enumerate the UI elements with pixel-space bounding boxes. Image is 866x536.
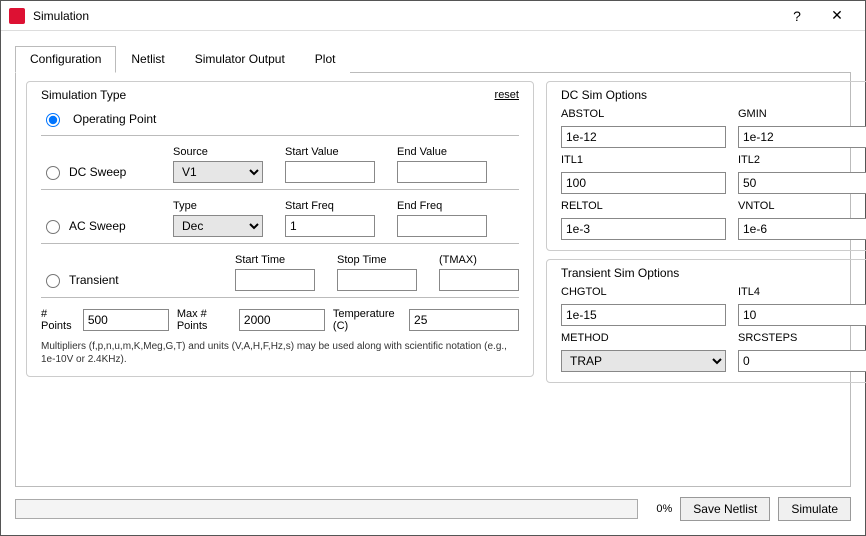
tran-stop-label: Stop Time [337,254,417,266]
dc-sim-options-group: DC Sim Options reset ABSTOL GMIN PIVREL … [546,81,866,251]
progress-percent: 0% [646,503,672,515]
method-select[interactable]: TRAP [561,350,726,372]
transient-sim-options-group: Transient Sim Options reset CHGTOL ITL4 … [546,259,866,383]
ac-start-label: Start Freq [285,200,375,212]
gmin-input[interactable] [738,126,866,148]
simulation-type-group: Simulation Type reset Operating Point DC… [26,81,534,377]
tran-tmax-input[interactable] [439,269,519,291]
dc-end-label: End Value [397,146,487,158]
content: Configuration Netlist Simulator Output P… [1,31,865,535]
reltol-label: RELTOL [561,200,726,212]
tran-stop-input[interactable] [337,269,417,291]
ac-end-label: End Freq [397,200,487,212]
method-label: METHOD [561,332,726,344]
multipliers-note: Multipliers (f,p,n,u,m,K,Meg,G,T) and un… [41,340,519,366]
temperature-input[interactable] [409,309,519,331]
simulation-window: Simulation ? ✕ Configuration Netlist Sim… [0,0,866,536]
max-points-input[interactable] [239,309,325,331]
dc-end-input[interactable] [397,161,487,183]
dc-source-label: Source [173,146,263,158]
operating-point-label: Operating Point [73,112,156,126]
tab-simulator-output[interactable]: Simulator Output [180,46,300,73]
reset-sim-type[interactable]: reset [495,89,519,101]
simulation-type-title: Simulation Type [41,88,126,102]
dc-source-select[interactable]: V1 [173,161,263,183]
vntol-label: VNTOL [738,200,866,212]
progress-bar [15,499,638,519]
tran-start-input[interactable] [235,269,315,291]
itl1-label: ITL1 [561,154,726,166]
itl4-input[interactable] [738,304,866,326]
tran-start-label: Start Time [235,254,315,266]
ac-start-input[interactable] [285,215,375,237]
close-button[interactable]: ✕ [817,2,857,30]
app-icon [9,8,25,24]
ac-type-select[interactable]: Dec [173,215,263,237]
simulate-button[interactable]: Simulate [778,497,851,521]
ac-sweep-label: AC Sweep [69,219,126,233]
abstol-input[interactable] [561,126,726,148]
gmin-label: GMIN [738,108,866,120]
max-points-label: Max # Points [177,308,231,332]
footer: 0% Save Netlist Simulate [15,497,851,521]
transient-label: Transient [69,273,119,287]
vntol-input[interactable] [738,218,866,240]
reltol-input[interactable] [561,218,726,240]
help-button[interactable]: ? [777,2,817,30]
tabs: Configuration Netlist Simulator Output P… [15,45,851,73]
save-netlist-button[interactable]: Save Netlist [680,497,770,521]
ac-end-input[interactable] [397,215,487,237]
transient-sim-options-title: Transient Sim Options [561,266,679,280]
srcsteps-label: SRCSTEPS [738,332,866,344]
itl4-label: ITL4 [738,286,866,298]
dc-sim-options-title: DC Sim Options [561,88,647,102]
radio-transient[interactable] [46,274,60,288]
tab-netlist[interactable]: Netlist [116,46,179,73]
points-label: # Points [41,308,75,332]
window-title: Simulation [33,9,777,23]
itl2-input[interactable] [738,172,866,194]
dc-start-label: Start Value [285,146,375,158]
radio-ac-sweep[interactable] [46,220,60,234]
config-panel: Simulation Type reset Operating Point DC… [15,73,851,487]
temperature-label: Temperature (C) [333,308,401,332]
itl1-input[interactable] [561,172,726,194]
points-input[interactable] [83,309,169,331]
srcsteps-input[interactable] [738,350,866,372]
ac-type-label: Type [173,200,263,212]
dc-start-input[interactable] [285,161,375,183]
radio-operating-point[interactable] [46,113,60,127]
chgtol-input[interactable] [561,304,726,326]
chgtol-label: CHGTOL [561,286,726,298]
titlebar: Simulation ? ✕ [1,1,865,31]
tran-tmax-label: (TMAX) [439,254,519,266]
tab-configuration[interactable]: Configuration [15,46,116,73]
itl2-label: ITL2 [738,154,866,166]
radio-dc-sweep[interactable] [46,166,60,180]
dc-sweep-label: DC Sweep [69,165,126,179]
tab-plot[interactable]: Plot [300,46,351,73]
abstol-label: ABSTOL [561,108,726,120]
